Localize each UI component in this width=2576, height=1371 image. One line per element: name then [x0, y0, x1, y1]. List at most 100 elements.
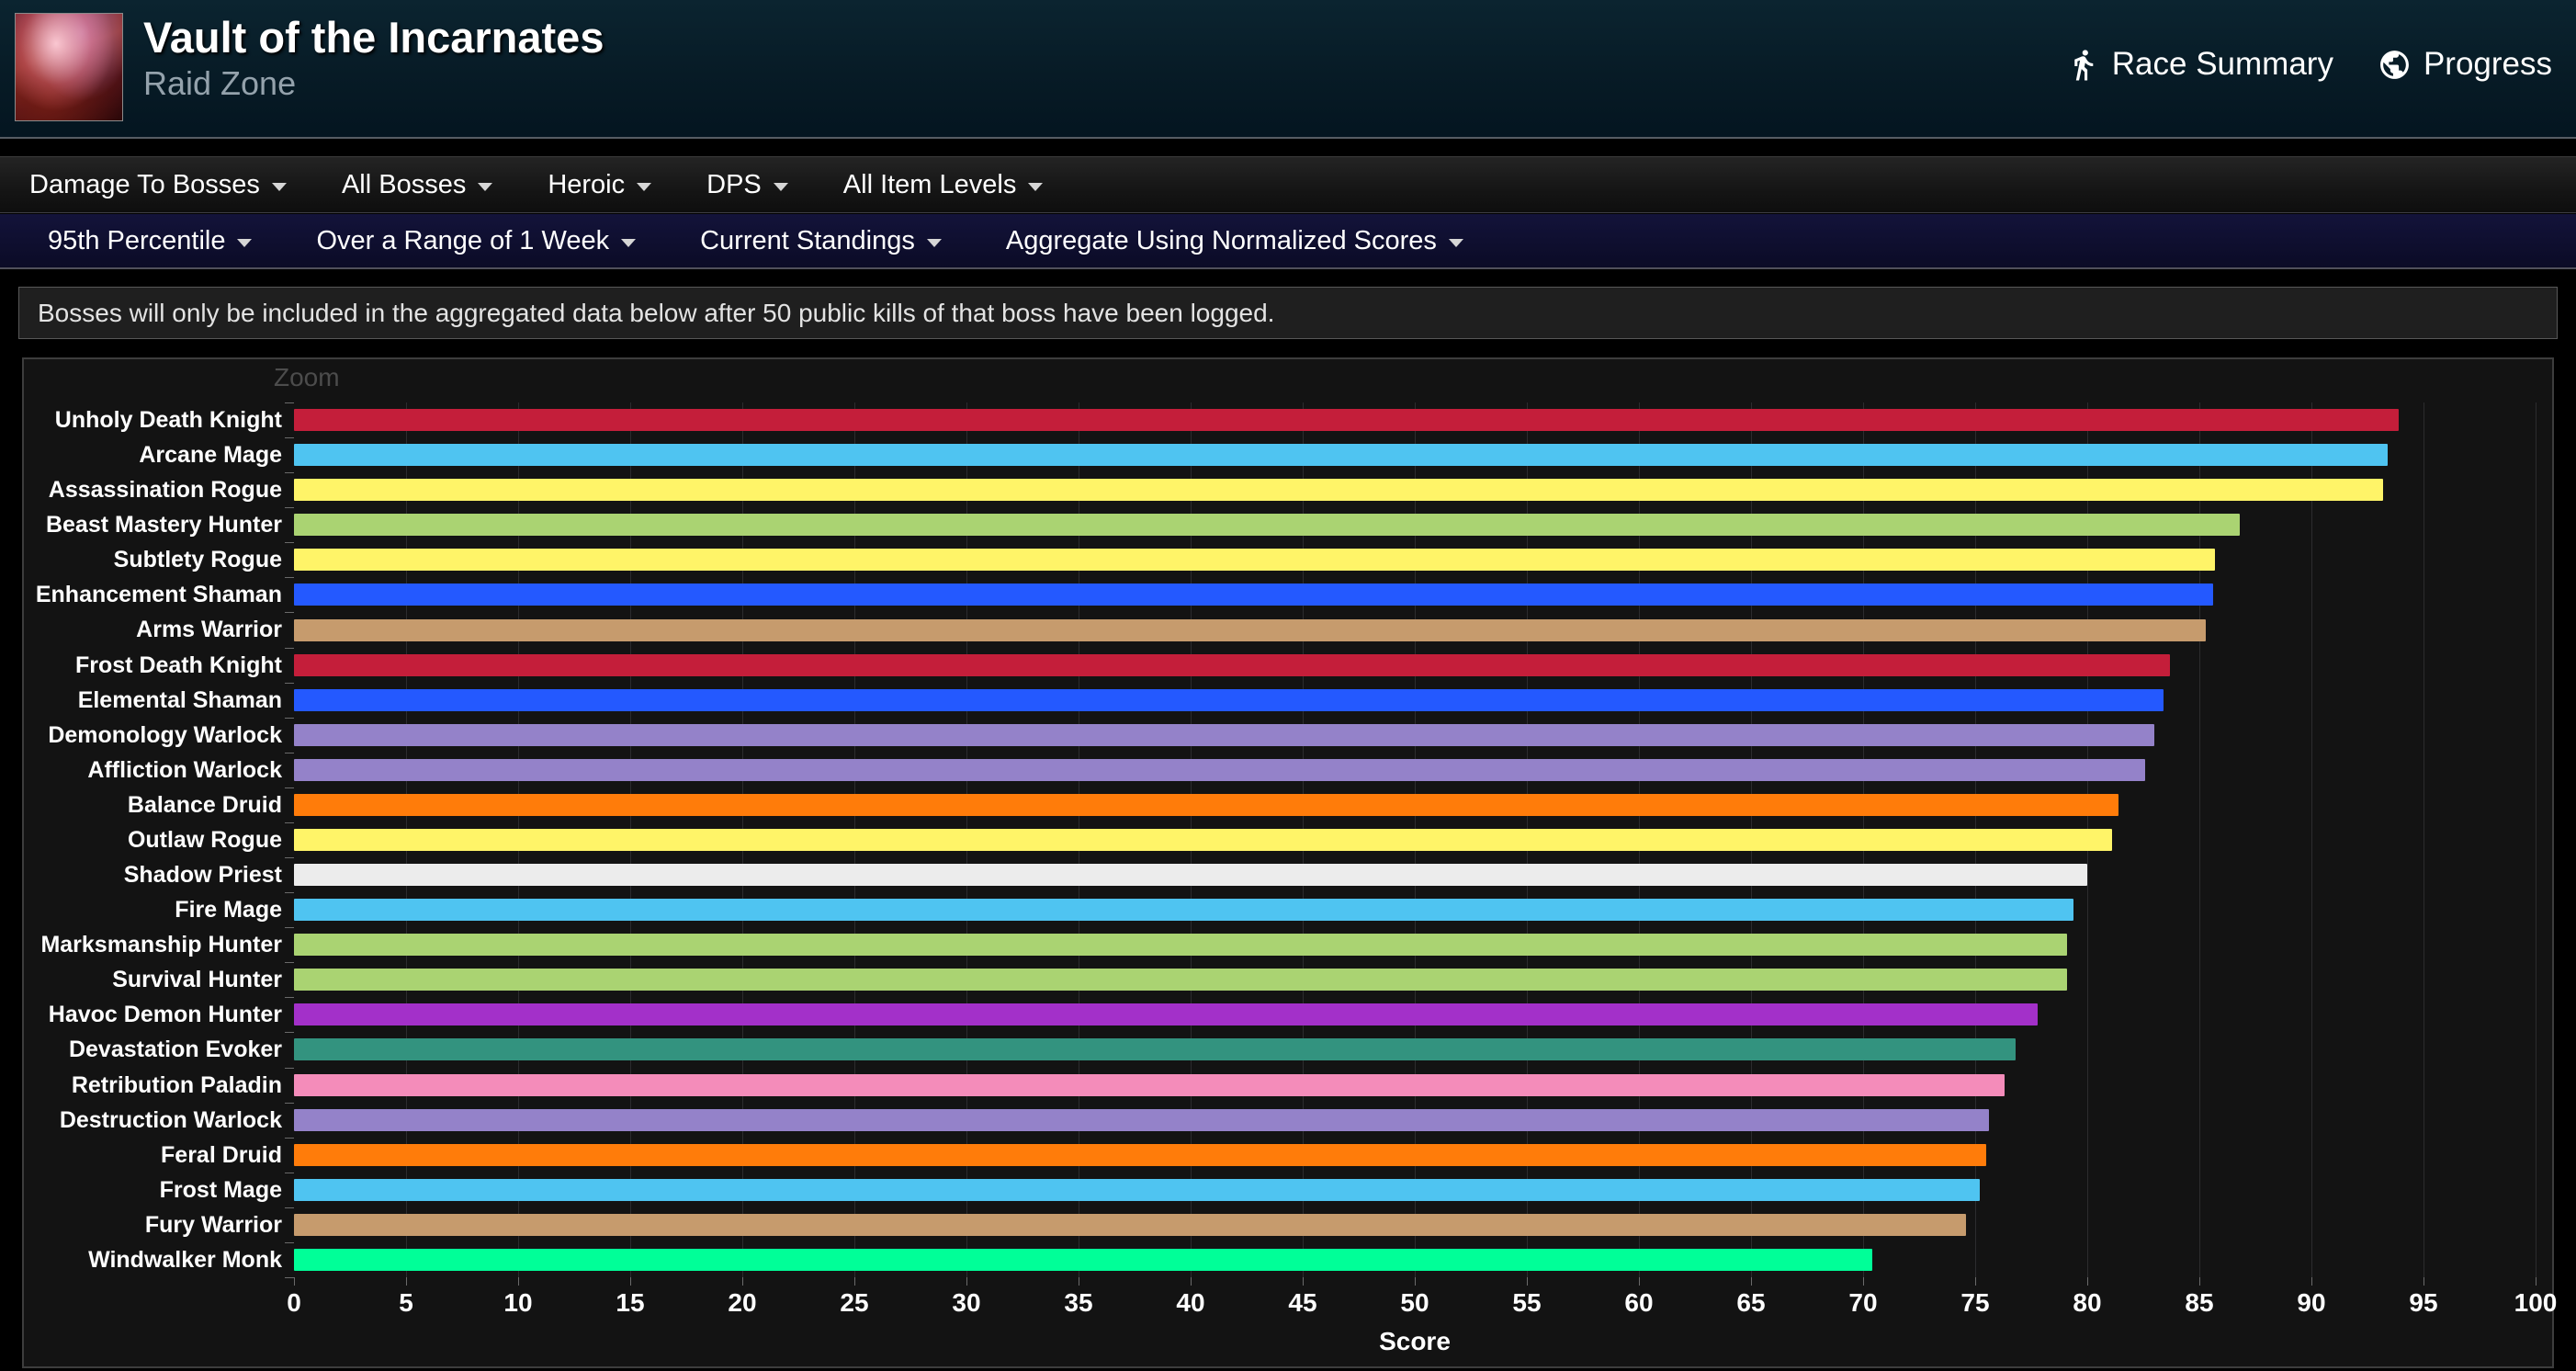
bar-destruction-warlock[interactable] [294, 1109, 1989, 1131]
bar-outlaw-rogue[interactable] [294, 829, 2112, 851]
chart-plot-area: Score 0510152025303540455055606570758085… [294, 402, 2536, 1277]
race-summary-link[interactable]: Race Summary [2066, 46, 2333, 83]
bar-balance-druid[interactable] [294, 794, 2118, 816]
menu-standings[interactable]: Current Standings [700, 226, 942, 256]
bar-fire-mage[interactable] [294, 899, 2073, 921]
y-axis-tick [285, 822, 294, 823]
bar-frost-death-knight[interactable] [294, 654, 2170, 676]
x-axis-tick [2423, 1277, 2424, 1286]
chevron-down-icon [237, 239, 252, 247]
label-windwalker-monk: Windwalker Monk [24, 1242, 282, 1277]
y-axis-tick [285, 962, 294, 963]
bar-enhancement-shaman[interactable] [294, 584, 2213, 606]
x-axis-tick-label-85: 85 [2158, 1288, 2241, 1318]
bar-shadow-priest[interactable] [294, 864, 2087, 886]
x-axis-tick [1975, 1277, 1976, 1286]
chevron-down-icon [478, 183, 492, 191]
menu-dps[interactable]: DPS [706, 170, 788, 200]
y-axis-tick [285, 927, 294, 928]
menu-all-bosses[interactable]: All Bosses [342, 170, 492, 200]
chevron-down-icon [927, 239, 942, 247]
label-fury-warrior: Fury Warrior [24, 1207, 282, 1242]
label-assassination-rogue: Assassination Rogue [24, 472, 282, 507]
y-axis-tick [285, 857, 294, 858]
gridline-95 [2423, 402, 2424, 1277]
chevron-down-icon [1449, 239, 1463, 247]
chevron-down-icon [774, 183, 788, 191]
menu-damage-to-bosses[interactable]: Damage To Bosses [29, 170, 287, 200]
bar-subtlety-rogue[interactable] [294, 549, 2215, 571]
label-beast-mastery-hunter: Beast Mastery Hunter [24, 507, 282, 542]
x-axis-tick-label-45: 45 [1261, 1288, 1344, 1318]
y-axis-tick [285, 683, 294, 684]
x-axis-tick-label-70: 70 [1822, 1288, 1904, 1318]
menu-all-item-levels[interactable]: All Item Levels [843, 170, 1044, 200]
y-axis-tick [285, 1277, 294, 1278]
bar-arcane-mage[interactable] [294, 444, 2388, 466]
gridline-90 [2311, 402, 2312, 1277]
x-axis-tick-label-50: 50 [1373, 1288, 1456, 1318]
bar-affliction-warlock[interactable] [294, 759, 2145, 781]
menu-all-bosses-label: All Bosses [342, 170, 466, 200]
progress-link[interactable]: Progress [2378, 46, 2552, 83]
x-axis-title: Score [294, 1327, 2536, 1356]
bar-frost-mage[interactable] [294, 1179, 1980, 1201]
label-havoc-demon-hunter: Havoc Demon Hunter [24, 997, 282, 1032]
x-axis-tick [742, 1277, 743, 1286]
bar-havoc-demon-hunter[interactable] [294, 1003, 2038, 1025]
bar-survival-hunter[interactable] [294, 969, 2067, 991]
label-retribution-paladin: Retribution Paladin [24, 1068, 282, 1103]
header-links: Race Summary Progress [2066, 46, 2552, 83]
progress-label: Progress [2423, 46, 2552, 83]
bar-retribution-paladin[interactable] [294, 1074, 2005, 1096]
bar-feral-druid[interactable] [294, 1144, 1986, 1166]
y-axis-tick [285, 1242, 294, 1243]
label-survival-hunter: Survival Hunter [24, 962, 282, 997]
bar-devastation-evoker[interactable] [294, 1038, 2016, 1060]
menu-heroic[interactable]: Heroic [548, 170, 651, 200]
x-axis-tick [1191, 1277, 1192, 1286]
y-axis-tick [285, 718, 294, 719]
race-summary-label: Race Summary [2112, 46, 2333, 83]
y-axis-tick [285, 542, 294, 543]
menu-time-range-label: Over a Range of 1 Week [316, 226, 609, 256]
bar-fury-warrior[interactable] [294, 1214, 1966, 1236]
bar-windwalker-monk[interactable] [294, 1249, 1872, 1271]
bar-elemental-shaman[interactable] [294, 689, 2164, 711]
y-axis-tick [285, 787, 294, 788]
menu-all-item-levels-label: All Item Levels [843, 170, 1017, 200]
notice-text: Bosses will only be included in the aggr… [38, 299, 1274, 328]
label-elemental-shaman: Elemental Shaman [24, 683, 282, 718]
bar-marksmanship-hunter[interactable] [294, 934, 2067, 956]
bar-demonology-warlock[interactable] [294, 724, 2154, 746]
x-axis-tick [294, 1277, 295, 1286]
menu-aggregation[interactable]: Aggregate Using Normalized Scores [1006, 226, 1463, 256]
x-axis-tick-label-20: 20 [701, 1288, 784, 1318]
menu-percentile[interactable]: 95th Percentile [48, 226, 252, 256]
bar-assassination-rogue[interactable] [294, 479, 2383, 501]
menu-aggregation-label: Aggregate Using Normalized Scores [1006, 226, 1437, 256]
menu-dps-label: DPS [706, 170, 762, 200]
zone-icon[interactable] [15, 13, 123, 121]
label-shadow-priest: Shadow Priest [24, 857, 282, 892]
x-axis-tick-label-5: 5 [365, 1288, 447, 1318]
y-axis-tick [285, 1207, 294, 1208]
bar-beast-mastery-hunter[interactable] [294, 514, 2240, 536]
x-axis-tick [630, 1277, 631, 1286]
runner-icon [2066, 48, 2100, 82]
menu-time-range[interactable]: Over a Range of 1 Week [316, 226, 636, 256]
x-axis-tick-label-30: 30 [925, 1288, 1008, 1318]
label-marksmanship-hunter: Marksmanship Hunter [24, 927, 282, 962]
x-axis-tick-label-75: 75 [1934, 1288, 2017, 1318]
x-axis-tick-label-10: 10 [477, 1288, 559, 1318]
x-axis-tick [1303, 1277, 1304, 1286]
label-subtlety-rogue: Subtlety Rogue [24, 542, 282, 577]
x-axis-tick [2311, 1277, 2312, 1286]
y-axis-tick [285, 648, 294, 649]
x-axis-tick [1639, 1277, 1640, 1286]
bar-arms-warrior[interactable] [294, 619, 2206, 641]
label-demonology-warlock: Demonology Warlock [24, 718, 282, 753]
y-axis-tick [285, 507, 294, 508]
chart-category-labels: Unholy Death KnightArcane MageAssassinat… [24, 402, 282, 1277]
bar-unholy-death-knight[interactable] [294, 409, 2399, 431]
